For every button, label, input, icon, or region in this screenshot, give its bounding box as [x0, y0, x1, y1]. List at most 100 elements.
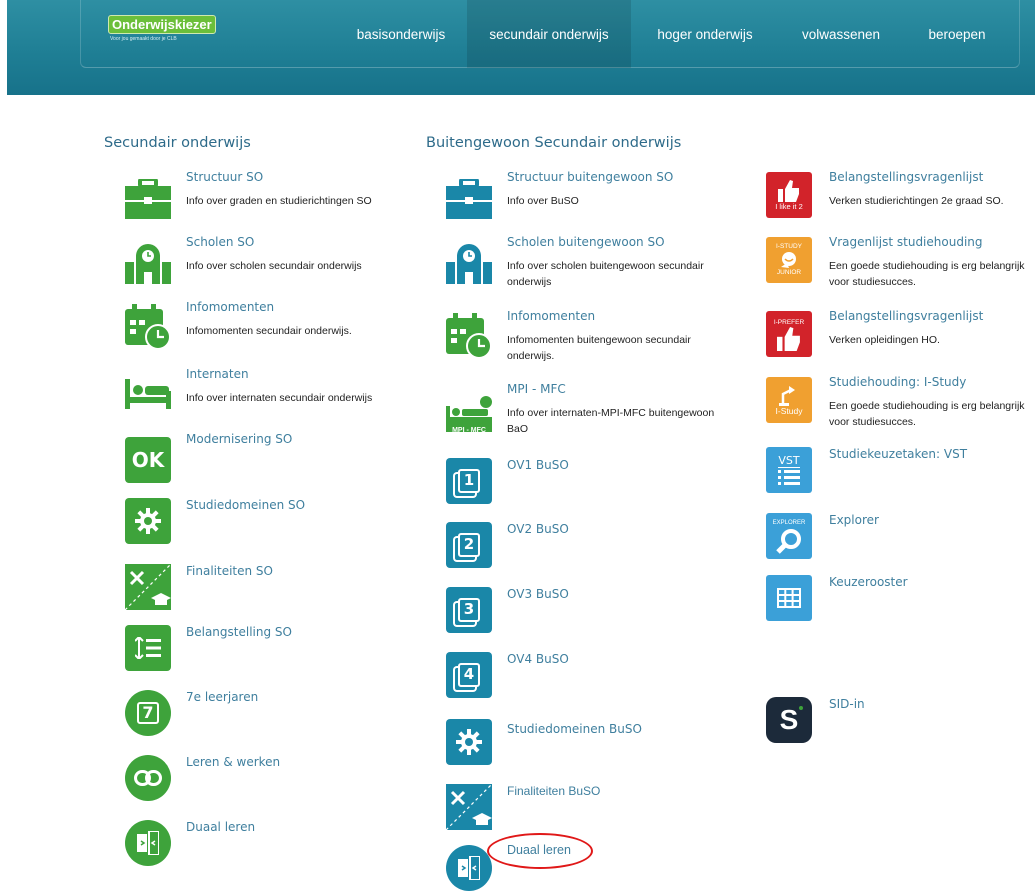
link-infomomenten-buso[interactable]: Infomomenten Infomomenten buitengewoon s…	[446, 309, 746, 369]
dual-book-icon	[446, 845, 492, 891]
entry-description: Info over scholen buitengewoon secundair…	[507, 260, 704, 288]
nav-basisonderwijs[interactable]: basisonderwijs	[339, 0, 463, 68]
i-like-it-2-icon: I like it 2	[766, 172, 812, 218]
school-building-icon	[446, 241, 492, 287]
mpi-mfc-icon: MPI - MFC	[446, 390, 492, 436]
entry-title: 7e leerjaren	[186, 690, 259, 704]
link-keuzerooster[interactable]: Keuzerooster	[766, 575, 1035, 630]
ov4-icon: 4	[446, 652, 492, 698]
nav-volwassenen[interactable]: volwassenen	[786, 0, 896, 68]
gear-icon	[446, 719, 492, 765]
i-study-junior-icon: I-STUDY JUNIOR	[766, 237, 812, 283]
entry-description: Infomomenten buitengewoon secundair onde…	[507, 334, 691, 362]
link-internaten[interactable]: Internaten Info over internaten secundai…	[125, 367, 405, 417]
link-infomomenten-so[interactable]: Infomomenten Infomomenten secundair onde…	[125, 300, 405, 360]
entry-description: Info over graden en studierichtingen SO	[186, 195, 372, 207]
i-prefer-icon: I-PREFER	[766, 311, 812, 357]
dual-book-icon	[125, 820, 171, 866]
entry-title: Leren & werken	[186, 755, 281, 769]
briefcase-icon	[125, 176, 171, 222]
link-finaliteiten-so[interactable]: Finaliteiten SO	[125, 564, 405, 619]
grid-icon	[766, 575, 812, 621]
link-ov1-buso[interactable]: 1 OV1 BuSO	[446, 458, 746, 513]
entry-title: Modernisering SO	[186, 432, 293, 446]
entry-title: MPI - MFC	[507, 382, 566, 396]
entry-description: Infomomenten secundair onderwijs.	[186, 325, 352, 337]
entry-title: Keuzerooster	[829, 575, 908, 589]
entry-description: Info over internaten secundair onderwijs	[186, 392, 373, 404]
entry-title: Studiehouding: I-Study	[829, 375, 967, 389]
link-structuur-so[interactable]: Structuur SO Info over graden en studier…	[125, 170, 405, 220]
entry-title: Scholen buitengewoon SO	[507, 235, 665, 249]
entry-title: Structuur buitengewoon SO	[507, 170, 674, 184]
entry-title: Scholen SO	[186, 235, 255, 249]
briefcase-icon	[446, 176, 492, 222]
entry-description: Een goede studiehouding is erg belangrij…	[829, 260, 1025, 288]
link-scholen-so[interactable]: Scholen SO Info over scholen secundair o…	[125, 235, 405, 285]
entry-title: Belangstellingsvragenlijst	[829, 309, 984, 323]
logo-title: Onderwijskiezer	[108, 15, 216, 34]
link-belangstellingsvragenlijst-ho[interactable]: I-PREFER Belangstellingsvragenlijst Verk…	[766, 309, 1035, 359]
link-ov2-buso[interactable]: 2 OV2 BuSO	[446, 522, 746, 577]
nav-beroepen[interactable]: beroepen	[912, 0, 1002, 68]
link-studiedomeinen-buso[interactable]: Studiedomeinen BuSO	[446, 719, 746, 774]
link-ov4-buso[interactable]: 4 OV4 BuSO	[446, 652, 746, 707]
link-studiehouding-i-study[interactable]: I-Study Studiehouding: I-Study Een goede…	[766, 375, 1035, 435]
logo-subtitle: Voor jou gemaakt door je CLB	[110, 36, 177, 42]
entry-title: Structuur SO	[186, 170, 264, 184]
link-explorer[interactable]: EXPLORER Explorer	[766, 513, 1035, 568]
sort-list-icon	[125, 625, 171, 671]
mpi-mfc-label: MPI - MFC	[452, 427, 486, 434]
ov2-icon: 2	[446, 522, 492, 568]
link-icon	[125, 755, 171, 801]
nav-secundair-onderwijs[interactable]: secundair onderwijs	[467, 0, 631, 68]
entry-title: Finaliteiten SO	[186, 564, 273, 578]
link-duaal-leren-so[interactable]: Duaal leren	[125, 820, 405, 875]
tools-graduation-icon	[125, 564, 171, 610]
link-belangstelling-so[interactable]: Belangstelling SO	[125, 625, 405, 680]
ok-icon: OK	[125, 437, 171, 483]
school-building-icon	[125, 241, 171, 287]
entry-title: Belangstelling SO	[186, 625, 292, 639]
link-mpi-mfc[interactable]: MPI - MFC MPI - MFC Info over internaten…	[446, 382, 746, 442]
link-vragenlijst-studiehouding[interactable]: I-STUDY JUNIOR Vragenlijst studiehouding…	[766, 235, 1035, 295]
link-sid-in[interactable]: S SID-in	[766, 697, 1035, 752]
heading-buitengewoon-secundair: Buitengewoon Secundair onderwijs	[426, 135, 682, 151]
link-scholen-buitengewoon-so[interactable]: Scholen buitengewoon SO Info over schole…	[446, 235, 746, 295]
entry-title: Studiedomeinen BuSO	[507, 722, 642, 736]
entry-description: Info over BuSO	[507, 195, 579, 207]
link-modernisering-so[interactable]: OK Modernisering SO	[125, 432, 405, 487]
link-finaliteiten-buso[interactable]: Finaliteiten BuSO	[446, 784, 746, 834]
link-leren-en-werken[interactable]: Leren & werken	[125, 755, 405, 810]
calendar-clock-icon	[125, 304, 171, 350]
entry-title: Internaten	[186, 367, 249, 381]
calendar-clock-icon	[446, 313, 492, 359]
entry-description: Info over internaten-MPI-MFC buitengewoo…	[507, 407, 715, 435]
entry-description: Verken opleidingen HO.	[829, 334, 940, 346]
ov3-icon: 3	[446, 587, 492, 633]
entry-title: Vragenlijst studiehouding	[829, 235, 983, 249]
ov1-icon: 1	[446, 458, 492, 504]
entry-title: Infomomenten	[186, 300, 275, 314]
site-logo[interactable]: Onderwijskiezer Voor jou gemaakt door je…	[108, 14, 216, 42]
entry-title: Explorer	[829, 513, 879, 527]
link-7e-leerjaren[interactable]: 7 7e leerjaren	[125, 690, 405, 745]
entry-title: Infomomenten	[507, 309, 596, 323]
gear-icon	[125, 498, 171, 544]
highlight-annotation	[487, 833, 593, 869]
link-structuur-buitengewoon-so[interactable]: Structuur buitengewoon SO Info over BuSO	[446, 170, 746, 220]
entry-title: OV2 BuSO	[507, 522, 569, 536]
link-studiekeuzetaken-vst[interactable]: VST Studiekeuzetaken: VST	[766, 447, 1035, 502]
nav-hoger-onderwijs[interactable]: hoger onderwijs	[640, 0, 770, 68]
i-study-icon: I-Study	[766, 377, 812, 423]
number-seven-icon: 7	[125, 690, 171, 736]
sid-in-icon: S	[766, 697, 812, 743]
link-belangstellingsvragenlijst-2e-graad[interactable]: I like it 2 Belangstellingsvragenlijst V…	[766, 170, 1035, 220]
entry-title: OV4 BuSO	[507, 652, 569, 666]
bed-icon	[125, 371, 171, 417]
link-ov3-buso[interactable]: 3 OV3 BuSO	[446, 587, 746, 642]
explorer-icon: EXPLORER	[766, 513, 812, 559]
link-studiedomeinen-so[interactable]: Studiedomeinen SO	[125, 498, 405, 553]
entry-title: Finaliteiten BuSO	[507, 784, 601, 798]
entry-title: SID-in	[829, 697, 865, 711]
